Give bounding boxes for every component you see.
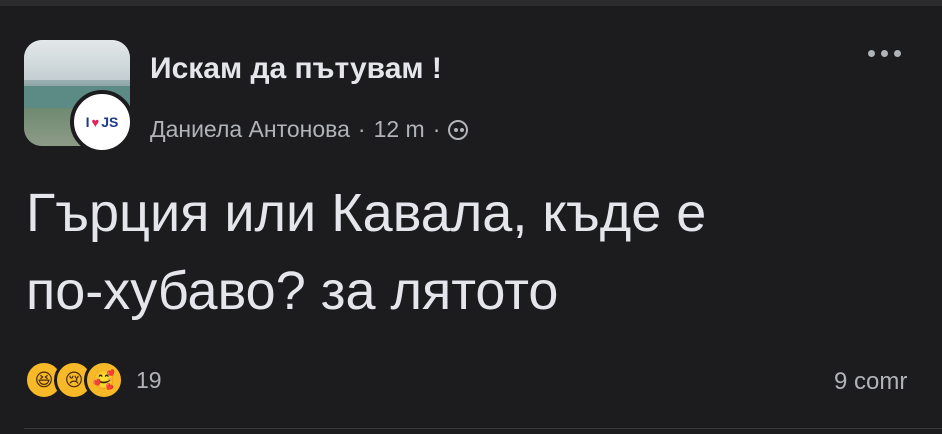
heart-icon: ♥ — [91, 114, 100, 130]
dot-icon — [881, 50, 888, 57]
dot-icon — [868, 50, 875, 57]
dot-icon — [894, 50, 901, 57]
care-emoji-icon: 🥰 — [84, 360, 124, 400]
divider — [24, 428, 942, 429]
meta-separator: · — [432, 116, 441, 142]
more-options-button[interactable] — [868, 50, 901, 57]
comments-count-link[interactable]: 9 comr — [834, 368, 907, 396]
group-name-link[interactable]: Искам да пътувам ! — [150, 52, 442, 86]
avatar-text-left: I — [85, 114, 90, 130]
author-name-link[interactable]: Даниела Антонова — [150, 116, 350, 143]
post-text-line: Гърция или Кавала, къде е — [26, 183, 707, 243]
post-timestamp[interactable]: 12 m — [374, 116, 425, 143]
post-meta: Даниела Антонова · 12 m · — [150, 116, 469, 143]
reactions-summary[interactable]: 😆 😢 🥰 19 — [24, 360, 162, 400]
avatar-text-right: JS — [101, 114, 119, 130]
reaction-count: 19 — [136, 366, 162, 393]
post-card: I ♥ JS Искам да пътувам ! Даниела Антоно… — [0, 6, 942, 434]
avatar-sky — [24, 40, 130, 80]
globe-icon — [448, 119, 469, 140]
user-avatar[interactable]: I ♥ JS — [70, 90, 134, 154]
post-text: Гърция или Кавала, къде е по-хубаво? за … — [26, 174, 926, 330]
post-text-line: по-хубаво? за лятото — [26, 261, 559, 321]
meta-separator: · — [357, 116, 366, 142]
